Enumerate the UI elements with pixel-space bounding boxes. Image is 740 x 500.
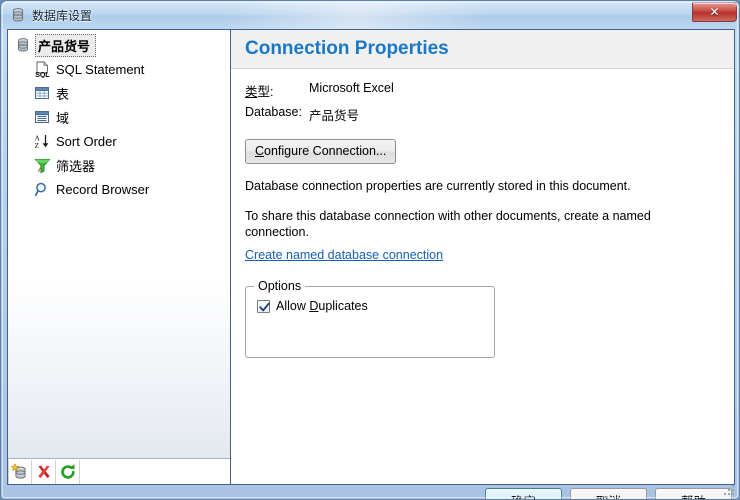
create-named-connection-link[interactable]: Create named database connection <box>245 248 443 262</box>
fields-icon <box>33 108 51 126</box>
content-body: 类型: Microsoft Excel Database: 产品货号 Confi… <box>231 69 734 484</box>
database-icon <box>14 36 32 54</box>
content-panel: Connection Properties 类型: Microsoft Exce… <box>230 29 735 485</box>
sidebar-item-label: Sort Order <box>56 134 117 149</box>
options-group: Options Allow Duplicates <box>245 286 495 358</box>
help-button[interactable]: 帮助 <box>655 488 732 500</box>
allow-duplicates-label: Allow Duplicates <box>276 299 368 313</box>
database-icon <box>10 7 26 23</box>
configure-connection-button[interactable]: Configure Connection... <box>245 139 396 164</box>
ok-button[interactable]: 确定 <box>485 488 562 500</box>
sidebar-panel: 产品货号 SQL SQL Statement <box>7 29 230 485</box>
resize-grip[interactable] <box>722 483 736 497</box>
sidebar-item-sql-statement[interactable]: SQL SQL Statement <box>11 57 230 81</box>
dialog-footer: 确定 取消 帮助 <box>7 485 735 500</box>
configure-button-mnemonic: C <box>255 144 264 158</box>
sidebar-item-fields[interactable]: 域 <box>11 105 230 129</box>
svg-text:SQL: SQL <box>35 72 50 78</box>
type-row: 类型: Microsoft Excel <box>245 81 720 100</box>
tree-toolbar <box>8 458 230 484</box>
allow-duplicates-post: uplicates <box>318 299 367 313</box>
dialog-window: 数据库设置 ✕ 产品货号 <box>0 0 740 500</box>
window-title: 数据库设置 <box>32 7 92 24</box>
table-icon <box>33 84 51 102</box>
type-label: 类型: <box>245 81 309 100</box>
magnifier-icon <box>33 180 51 198</box>
help-button-label: 帮助 <box>681 491 706 500</box>
options-group-label: Options <box>254 279 305 293</box>
title-bar: 数据库设置 ✕ <box>1 1 740 29</box>
sidebar-item-database-root[interactable]: 产品货号 <box>11 33 230 57</box>
sidebar-item-sort-order[interactable]: A Z Sort Order <box>11 129 230 153</box>
filter-funnel-icon <box>33 156 51 174</box>
type-label-rest: 型: <box>258 85 274 99</box>
refresh-icon[interactable] <box>56 460 80 484</box>
sql-statement-icon: SQL <box>33 60 51 78</box>
allow-duplicates-checkbox[interactable]: Allow Duplicates <box>257 299 368 313</box>
share-connection-text: To share this database connection with o… <box>245 208 685 240</box>
type-value: Microsoft Excel <box>309 81 394 100</box>
close-button[interactable]: ✕ <box>692 2 737 22</box>
stored-properties-text: Database connection properties are curre… <box>245 178 685 194</box>
sort-az-icon: A Z <box>33 132 51 150</box>
database-label: Database: <box>245 105 309 124</box>
sidebar-item-label: 域 <box>56 108 69 127</box>
sidebar-item-filter[interactable]: 筛选器 <box>11 153 230 177</box>
sidebar-item-label: SQL Statement <box>56 62 144 77</box>
sidebar-item-tables[interactable]: 表 <box>11 81 230 105</box>
checkbox-checked-icon <box>257 300 270 313</box>
cancel-button-label: 取消 <box>596 491 621 500</box>
allow-duplicates-pre: Allow <box>276 299 309 313</box>
configure-button-rest: onfigure Connection... <box>264 144 386 158</box>
type-label-mnemonic: 类 <box>245 85 258 99</box>
sidebar-item-label: 表 <box>56 84 69 103</box>
dialog-client-area: 产品货号 SQL SQL Statement <box>7 29 735 489</box>
sidebar-item-record-browser[interactable]: Record Browser <box>11 177 230 201</box>
page-title: Connection Properties <box>245 38 449 60</box>
sidebar-item-label: Record Browser <box>56 182 149 197</box>
database-row: Database: 产品货号 <box>245 105 720 124</box>
database-value: 产品货号 <box>309 105 359 124</box>
titlebar-sheen <box>1 1 740 29</box>
add-database-icon[interactable] <box>8 460 32 484</box>
sidebar-item-label: 筛选器 <box>56 156 95 175</box>
database-tree: 产品货号 SQL SQL Statement <box>8 30 230 458</box>
svg-text:Z: Z <box>34 141 39 150</box>
delete-icon[interactable] <box>32 460 56 484</box>
ok-button-label: 确定 <box>511 491 536 500</box>
close-icon: ✕ <box>709 6 719 18</box>
sidebar-item-label: 产品货号 <box>35 34 96 57</box>
cancel-button[interactable]: 取消 <box>570 488 647 500</box>
